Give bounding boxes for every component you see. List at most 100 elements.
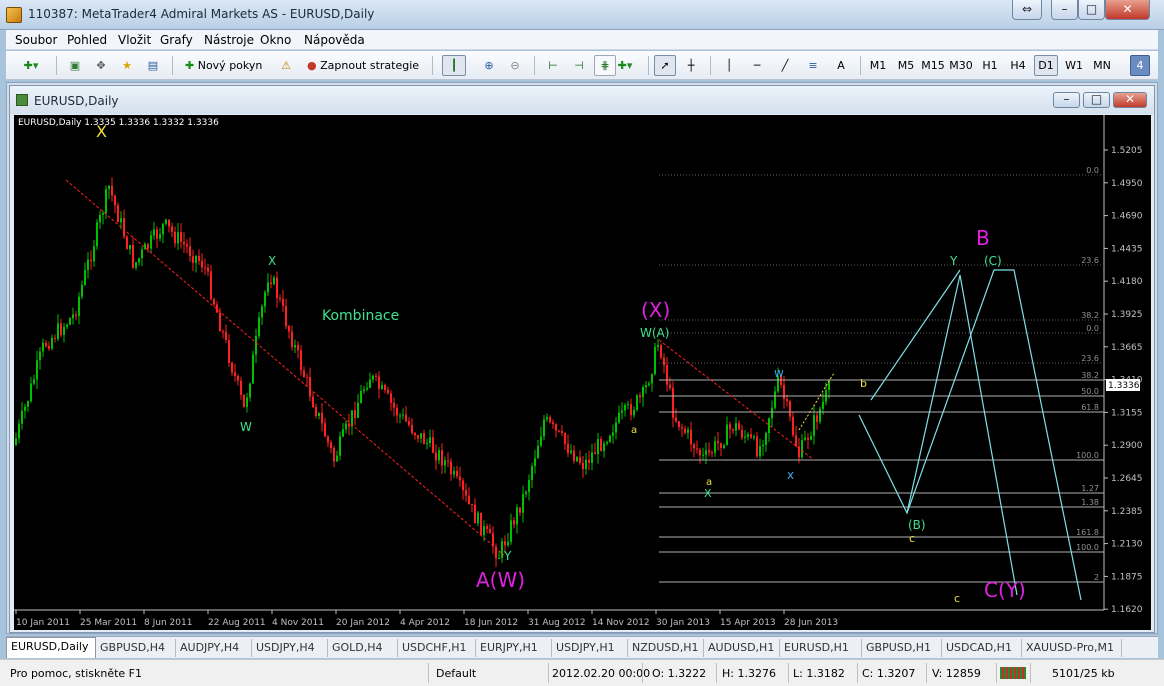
timeframe-m5[interactable]: M5 bbox=[894, 55, 918, 76]
profiles-icon[interactable]: ▣ bbox=[64, 55, 86, 76]
autotrading-button[interactable]: ● Zapnout strategie bbox=[302, 55, 424, 76]
candle-body bbox=[159, 234, 161, 239]
candle-body bbox=[180, 232, 182, 242]
chart-tab[interactable]: EURUSD,H1 bbox=[780, 639, 862, 657]
chart-maximize-button[interactable]: □ bbox=[1083, 92, 1110, 108]
candle-body bbox=[735, 423, 737, 431]
chart-shift-icon[interactable]: ⊢ bbox=[542, 55, 564, 76]
candle-body bbox=[546, 417, 548, 420]
date-tick: 28 Jun 2013 bbox=[784, 618, 838, 628]
horizontal-line-icon[interactable]: ─ bbox=[746, 55, 768, 76]
auto-scroll-icon[interactable]: ⊣ bbox=[568, 55, 590, 76]
timeframe-d1[interactable]: D1 bbox=[1034, 55, 1058, 76]
chart-tab[interactable]: GBPUSD,H4 bbox=[96, 639, 176, 657]
candle-body bbox=[762, 444, 764, 447]
text-tool-icon[interactable]: A bbox=[830, 55, 852, 76]
chart-tabs: EURUSD,Daily GBPUSD,H4 AUDJPY,H4 USDJPY,H4 G… bbox=[6, 636, 1158, 658]
chart-tab[interactable]: AUDUSD,H1 bbox=[704, 639, 780, 657]
chart-tab[interactable]: EURUSD,Daily bbox=[6, 637, 96, 658]
candle-body bbox=[306, 376, 308, 378]
candle-body bbox=[585, 459, 587, 470]
candle-body bbox=[525, 492, 527, 495]
candle-body bbox=[570, 450, 572, 454]
price-chart[interactable]: 0.0 23.6 38.2 0.0 23.6 38.2 50.0 61.8 100.0 1.27 1… bbox=[14, 115, 1151, 630]
navigator-icon[interactable]: ✥ bbox=[90, 55, 112, 76]
timeframe-h4[interactable]: H4 bbox=[1006, 55, 1030, 76]
vertical-line-icon[interactable]: │ bbox=[718, 55, 740, 76]
candle-body bbox=[279, 298, 281, 300]
candle-body bbox=[732, 429, 734, 431]
bar-chart-icon[interactable]: ┃ bbox=[442, 55, 466, 76]
projection-path-3 bbox=[906, 269, 1082, 601]
close-button[interactable]: ✕ bbox=[1105, 0, 1150, 20]
candle-body bbox=[408, 421, 410, 425]
crosshair-icon[interactable]: ┼ bbox=[680, 55, 702, 76]
menu-vlozit[interactable]: Vložit bbox=[118, 33, 151, 47]
menu-soubor[interactable]: Soubor bbox=[15, 33, 57, 47]
maximize-button[interactable]: □ bbox=[1078, 0, 1105, 20]
terminal-icon[interactable]: ▤ bbox=[142, 55, 164, 76]
timeframe-m15[interactable]: M15 bbox=[920, 55, 946, 76]
candle-body bbox=[696, 448, 698, 450]
chart-tab[interactable]: EURJPY,H1 bbox=[476, 639, 552, 657]
candle-body bbox=[504, 541, 506, 546]
candle-body bbox=[717, 441, 719, 444]
candle-body bbox=[564, 432, 566, 444]
timeframe-mn[interactable]: MN bbox=[1090, 55, 1114, 76]
timeframe-h1[interactable]: H1 bbox=[978, 55, 1002, 76]
candle-body bbox=[285, 305, 287, 327]
timeframe-w1[interactable]: W1 bbox=[1062, 55, 1086, 76]
chart-tab[interactable]: GOLD,H4 bbox=[328, 639, 398, 657]
zoom-in-icon[interactable]: ⊕ bbox=[478, 55, 500, 76]
candle-body bbox=[675, 417, 677, 422]
minimize-button[interactable]: – bbox=[1051, 0, 1078, 20]
menu-okno[interactable]: Okno bbox=[260, 33, 291, 47]
menu-napoveda[interactable]: Nápověda bbox=[304, 33, 365, 47]
price-tick: 1.4950 bbox=[1111, 179, 1143, 189]
chart-tab[interactable]: AUDJPY,H4 bbox=[176, 639, 252, 657]
fibonacci-icon[interactable]: ≡ bbox=[802, 55, 824, 76]
chart-tab[interactable]: USDJPY,H1 bbox=[552, 639, 628, 657]
wave-label-b-small: b bbox=[860, 377, 867, 390]
candle-body bbox=[342, 429, 344, 437]
indicators-icon[interactable]: ✚▾ bbox=[610, 55, 640, 76]
trendline-icon[interactable]: ╱ bbox=[774, 55, 796, 76]
chart-close-button[interactable]: ✕ bbox=[1113, 92, 1147, 108]
badge-icon[interactable]: 4 bbox=[1130, 55, 1150, 76]
timeframe-m30[interactable]: M30 bbox=[948, 55, 974, 76]
chart-tab[interactable]: NZDUSD,H1 bbox=[628, 639, 704, 657]
zoom-out-icon[interactable]: ⊖ bbox=[504, 55, 526, 76]
chart-tab[interactable]: USDCHF,H1 bbox=[398, 639, 476, 657]
chart-tab[interactable]: USDCAD,H1 bbox=[942, 639, 1022, 657]
menu-pohled[interactable]: Pohled bbox=[67, 33, 107, 47]
menu-grafy[interactable]: Grafy bbox=[160, 33, 193, 47]
wave-label-y1: Y bbox=[503, 549, 512, 563]
candle-body bbox=[816, 415, 818, 422]
restore-tool-icon[interactable]: ⇔ bbox=[1012, 0, 1042, 20]
chart-tab[interactable]: XAUUSD-Pro,M1 bbox=[1022, 639, 1122, 657]
favorites-star-icon[interactable]: ★ bbox=[116, 55, 138, 76]
connection-status-icon bbox=[1000, 667, 1026, 679]
candle-body bbox=[645, 385, 647, 388]
timeframe-m1[interactable]: M1 bbox=[866, 55, 890, 76]
chart-window-title: EURUSD,Daily bbox=[34, 94, 119, 108]
chart-tab[interactable]: USDJPY,H4 bbox=[252, 639, 328, 657]
candle-body bbox=[807, 437, 809, 440]
candle-body bbox=[297, 345, 299, 351]
new-chart-icon[interactable]: ✚▾ bbox=[16, 55, 46, 76]
chart-tab[interactable]: GBPUSD,H1 bbox=[862, 639, 942, 657]
new-order-button[interactable]: ✚ Nový pokyn bbox=[180, 55, 272, 76]
candle-body bbox=[354, 410, 356, 418]
status-help: Pro pomoc, stiskněte F1 bbox=[10, 667, 142, 680]
candle-body bbox=[51, 337, 53, 349]
candle-body bbox=[516, 507, 518, 525]
candle-body bbox=[765, 432, 767, 445]
cursor-icon[interactable]: ➚ bbox=[654, 55, 676, 76]
candle-body bbox=[27, 401, 29, 407]
chart-minimize-button[interactable]: – bbox=[1053, 92, 1080, 108]
window-title-bar: 110387: MetaTrader4 Admiral Markets AS -… bbox=[0, 0, 1164, 30]
candle-body bbox=[819, 408, 821, 422]
status-low: L: 1.3182 bbox=[793, 667, 845, 680]
menu-nastroje[interactable]: Nástroje bbox=[204, 33, 254, 47]
metaeditor-warning-icon[interactable]: ⚠ bbox=[276, 55, 296, 76]
